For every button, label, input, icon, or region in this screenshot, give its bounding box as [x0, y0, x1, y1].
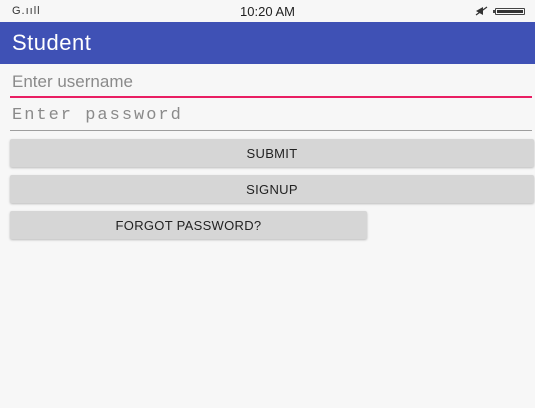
username-field	[10, 68, 532, 98]
status-icons	[475, 6, 525, 16]
battery-icon	[493, 7, 525, 15]
forgot-password-button[interactable]: FORGOT PASSWORD?	[10, 211, 367, 239]
mute-icon	[475, 6, 489, 16]
submit-button[interactable]: SUBMIT	[10, 139, 534, 167]
status-bar: G.ııll 10:20 AM	[0, 0, 535, 22]
status-time: 10:20 AM	[240, 4, 295, 19]
username-input[interactable]	[10, 68, 532, 96]
app-title: Student	[12, 30, 92, 55]
password-input[interactable]	[10, 101, 532, 129]
app-bar: Student	[0, 22, 535, 64]
app-screen: G.ııll 10:20 AM Student SUBMIT SIGNUP FO…	[0, 0, 535, 408]
signup-button[interactable]: SIGNUP	[10, 175, 534, 203]
password-field	[10, 101, 532, 131]
